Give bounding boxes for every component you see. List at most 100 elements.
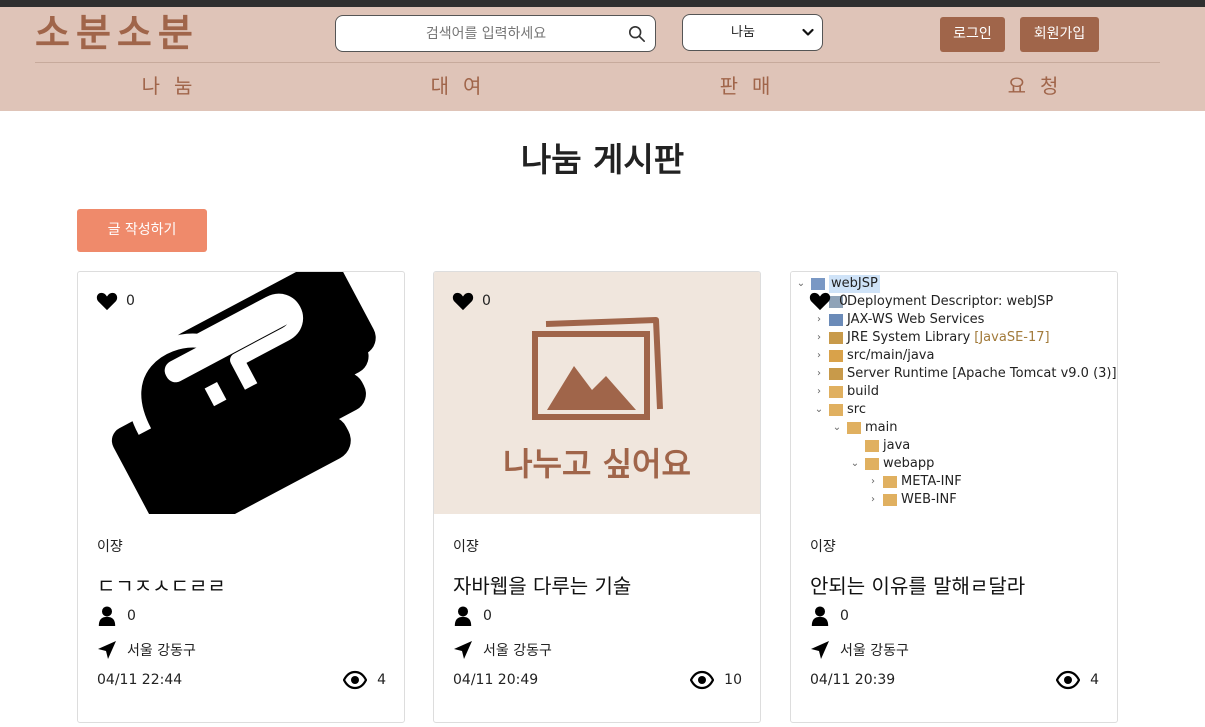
location-text: 서울 강동구 bbox=[483, 643, 552, 659]
post-author: 이쟝 bbox=[453, 539, 479, 555]
location-arrow-icon bbox=[98, 641, 116, 659]
folder-icon bbox=[883, 494, 897, 506]
chevron-right-icon: › bbox=[817, 350, 821, 361]
heart-icon bbox=[809, 292, 831, 311]
search-icon[interactable] bbox=[628, 25, 646, 43]
post-date: 04/11 20:39 bbox=[810, 672, 896, 688]
chevron-right-icon: › bbox=[817, 368, 821, 379]
search-bar bbox=[335, 15, 656, 52]
header-divider bbox=[35, 62, 1160, 63]
view-count: 4 bbox=[343, 670, 386, 690]
post-title[interactable]: 자바웹을 다루는 기술 bbox=[453, 570, 631, 599]
location: 서울 강동구 bbox=[453, 640, 552, 660]
like-button[interactable]: 0 bbox=[809, 291, 848, 311]
post-author: 이쟝 bbox=[810, 539, 836, 555]
project-icon bbox=[811, 278, 825, 290]
post-date: 04/11 20:49 bbox=[453, 672, 539, 688]
participants: 0 bbox=[453, 606, 492, 626]
post-card[interactable]: 나누고 싶어요 0 이쟝 자바웹을 다루는 기술 0 서울 강동구 04/11 … bbox=[433, 271, 761, 723]
tree-row: java bbox=[849, 437, 910, 455]
user-icon bbox=[454, 606, 472, 626]
tree-row: ⌄ src bbox=[814, 402, 866, 417]
participants: 0 bbox=[810, 606, 849, 626]
eye-icon bbox=[1056, 670, 1081, 690]
view-count: 10 bbox=[690, 670, 742, 690]
user-icon bbox=[98, 606, 116, 626]
post-card[interactable]: ⌄ webJSP Deployment Descriptor: webJSP ›… bbox=[790, 271, 1118, 723]
post-title[interactable]: 안되는 이유를 말해ㄹ달라 bbox=[810, 570, 1025, 599]
image-caption: 나누고 싶어요 bbox=[503, 445, 691, 483]
nav-request[interactable]: 요청 bbox=[980, 71, 1100, 101]
location: 서울 강동구 bbox=[97, 640, 196, 660]
chevron-down-icon: ⌄ bbox=[832, 422, 842, 433]
post-date: 04/11 22:44 bbox=[97, 672, 183, 688]
package-folder-icon bbox=[829, 350, 843, 362]
tree-row: › Server Runtime [Apache Tomcat v9.0 (3)… bbox=[813, 365, 1117, 383]
user-icon bbox=[811, 606, 829, 626]
post-author: 이쟝 bbox=[97, 539, 123, 555]
webservice-icon bbox=[829, 314, 843, 326]
location-arrow-icon bbox=[811, 641, 829, 659]
folder-icon bbox=[865, 440, 879, 452]
participants: 0 bbox=[97, 606, 136, 626]
tree-row: › JRE System Library [JavaSE-17] bbox=[813, 329, 1050, 347]
location: 서울 강동구 bbox=[810, 640, 909, 660]
view-number: 4 bbox=[377, 672, 386, 688]
chevron-right-icon: › bbox=[817, 332, 821, 343]
folder-icon bbox=[847, 422, 861, 434]
category-select-value: 나눔 bbox=[731, 25, 755, 40]
tree-row: › META-INF bbox=[867, 473, 962, 491]
participant-count: 0 bbox=[483, 608, 492, 624]
tree-row: › WEB-INF bbox=[867, 491, 957, 509]
tree-row: ⌄ webapp bbox=[850, 456, 935, 471]
like-count: 0 bbox=[839, 293, 848, 309]
folder-icon bbox=[883, 476, 897, 488]
participant-count: 0 bbox=[127, 608, 136, 624]
view-count: 4 bbox=[1056, 670, 1099, 690]
post-card[interactable]: 0 이쟝 ㄷㄱㅈㅅㄷㄹㄹ 0 서울 강동구 04/11 22:44 4 bbox=[77, 271, 405, 723]
site-header: 소분소분 나눔 로그인 회원가입 나눔 대여 판매 요청 bbox=[0, 7, 1205, 111]
chevron-right-icon: › bbox=[871, 476, 875, 487]
eye-icon bbox=[690, 670, 715, 690]
site-logo[interactable]: 소분소분 bbox=[35, 11, 199, 55]
participant-count: 0 bbox=[840, 608, 849, 624]
location-text: 서울 강동구 bbox=[840, 643, 909, 659]
view-number: 4 bbox=[1090, 672, 1099, 688]
chevron-right-icon: › bbox=[817, 386, 821, 397]
login-button[interactable]: 로그인 bbox=[940, 17, 1005, 52]
chevron-right-icon: › bbox=[817, 314, 821, 325]
tree-row: › src/main/java bbox=[813, 347, 934, 365]
chevron-right-icon: › bbox=[871, 494, 875, 505]
folder-icon bbox=[865, 458, 879, 470]
tree-row: › JAX-WS Web Services bbox=[813, 311, 984, 329]
location-text: 서울 강동구 bbox=[127, 643, 196, 659]
heart-icon bbox=[452, 292, 474, 311]
page-title: 나눔 게시판 bbox=[520, 140, 685, 179]
like-count: 0 bbox=[482, 293, 491, 309]
heart-icon bbox=[96, 292, 118, 311]
like-button[interactable]: 0 bbox=[452, 291, 491, 311]
chevron-down-icon: ⌄ bbox=[796, 278, 806, 289]
folder-icon bbox=[829, 386, 843, 398]
top-strip bbox=[0, 0, 1205, 7]
chevron-down-icon: ⌄ bbox=[814, 404, 824, 415]
like-button[interactable]: 0 bbox=[96, 291, 135, 311]
eye-icon bbox=[343, 670, 368, 690]
nav-share[interactable]: 나눔 bbox=[114, 71, 234, 101]
tree-row: › build bbox=[813, 383, 879, 401]
server-runtime-icon bbox=[829, 368, 843, 380]
post-title[interactable]: ㄷㄱㅈㅅㄷㄹㄹ bbox=[97, 570, 226, 599]
category-select[interactable]: 나눔 bbox=[682, 14, 823, 51]
like-count: 0 bbox=[126, 293, 135, 309]
nav-rent[interactable]: 대여 bbox=[403, 71, 523, 101]
search-input[interactable] bbox=[346, 16, 626, 51]
library-icon bbox=[829, 332, 843, 344]
view-number: 10 bbox=[724, 672, 742, 688]
tree-row: ⌄ main bbox=[832, 420, 898, 435]
nav-sell[interactable]: 판매 bbox=[692, 71, 812, 101]
chevron-down-icon: ⌄ bbox=[850, 458, 860, 469]
folder-icon bbox=[829, 404, 843, 416]
signup-button[interactable]: 회원가입 bbox=[1020, 17, 1099, 52]
write-post-button[interactable]: 글 작성하기 bbox=[77, 209, 207, 252]
chevron-down-icon bbox=[802, 28, 814, 36]
